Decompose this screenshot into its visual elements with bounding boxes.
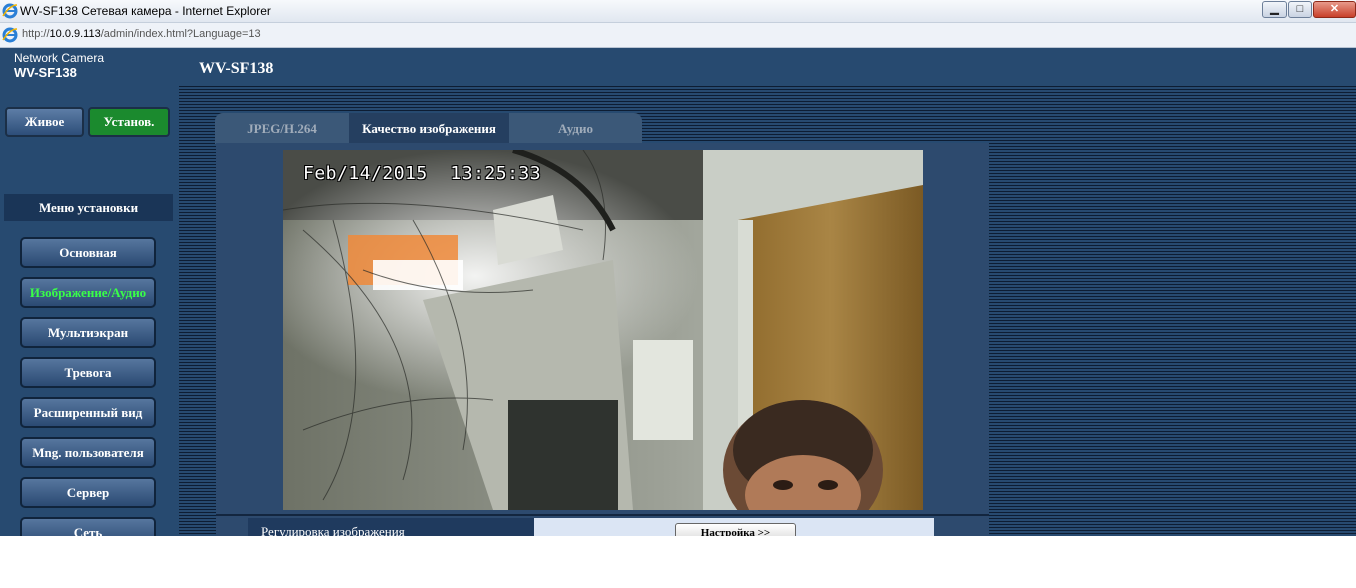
window-bottom-area [0, 536, 1356, 588]
tab-jpeg-h264[interactable]: JPEG/H.264 [215, 113, 349, 144]
page-title: WV-SF138 [199, 60, 274, 77]
camera-image [283, 150, 923, 510]
sidebar-item-multiscreen[interactable]: Мультиэкран [20, 317, 156, 348]
setup-mode-button[interactable]: Установ. [88, 107, 170, 137]
sidebar-item-image-audio[interactable]: Изображение/Аудио [20, 277, 156, 308]
maximize-button[interactable]: □ [1288, 1, 1312, 18]
osd-time: 13:25:33 [450, 163, 542, 184]
osd-date: Feb/14/2015 [303, 163, 428, 184]
camera-video-feed [283, 150, 923, 510]
window-titlebar: WV-SF138 Сетевая камера - Internet Explo… [0, 0, 1356, 23]
minimize-icon: ▁ [1270, 3, 1279, 15]
internet-explorer-icon [2, 3, 18, 19]
close-icon: ✕ [1329, 3, 1340, 15]
sidebar-item-alarm[interactable]: Тревога [20, 357, 156, 388]
window-title: WV-SF138 Сетевая камера - Internet Explo… [20, 4, 271, 18]
tab-audio[interactable]: Аудио [509, 113, 642, 144]
brand-model: WV-SF138 [14, 65, 77, 80]
brand-caption: Network Camera [14, 51, 105, 65]
close-button[interactable]: ✕ [1313, 1, 1356, 18]
setup-menu-title: Меню установки [4, 194, 173, 221]
sidebar-item-basic[interactable]: Основная [20, 237, 156, 268]
sidebar-item-server[interactable]: Сервер [20, 477, 156, 508]
divider [216, 514, 989, 516]
address-bar[interactable]: http://10.0.9.113/admin/index.html?Langu… [0, 23, 1356, 48]
sidebar-item-user-mng[interactable]: Mng. пользователя [20, 437, 156, 468]
minimize-button[interactable]: ▁ [1262, 1, 1287, 18]
sidebar-item-advanced[interactable]: Расширенный вид [20, 397, 156, 428]
video-timestamp: Feb/14/2015 13:25:33 [303, 163, 541, 184]
url-host: 10.0.9.113 [49, 28, 101, 40]
url-prefix: http:// [22, 28, 50, 40]
internet-explorer-icon [2, 27, 18, 43]
maximize-icon: □ [1296, 3, 1304, 15]
url-path: /admin/index.html?Language=13 [100, 28, 261, 40]
live-mode-button[interactable]: Живое [5, 107, 84, 137]
tab-image-quality[interactable]: Качество изображения [349, 113, 509, 144]
url-text[interactable]: http://10.0.9.113/admin/index.html?Langu… [22, 28, 261, 40]
